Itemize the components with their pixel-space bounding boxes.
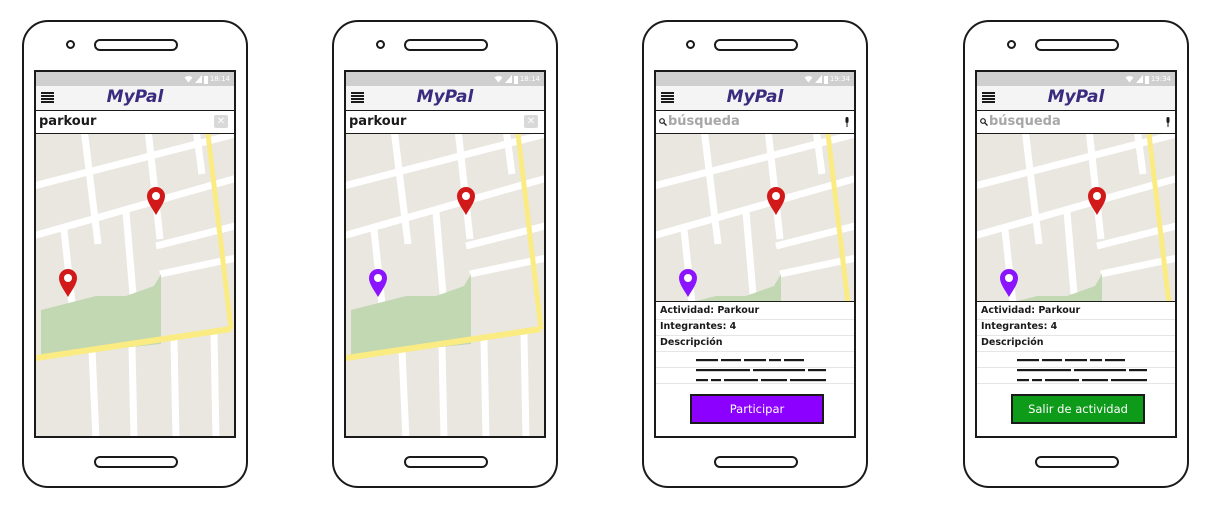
close-icon[interactable]: ✕ <box>214 115 228 128</box>
microphone-icon[interactable] <box>1165 117 1171 127</box>
front-camera <box>1007 40 1016 49</box>
search-input[interactable]: búsqueda <box>989 114 1061 129</box>
status-time: 19:34 <box>829 75 850 83</box>
map-pin-icon[interactable] <box>146 186 166 216</box>
selected-pin-icon[interactable] <box>678 268 698 298</box>
status-bar: 18:14 <box>346 72 544 86</box>
wifi-icon <box>1125 75 1134 83</box>
map-pin-icon[interactable] <box>1087 186 1107 216</box>
activity-name: Actividad: Parkour <box>981 305 1081 316</box>
status-bar: 19:34 <box>977 72 1175 86</box>
selected-pin-icon[interactable] <box>368 268 388 298</box>
description-label: Descripción <box>981 337 1044 348</box>
search-input[interactable]: parkour <box>349 114 406 129</box>
home-button[interactable] <box>714 456 798 468</box>
leave-activity-button[interactable]: Salir de actividad <box>1011 394 1145 424</box>
app-bar: MyPal <box>656 86 854 111</box>
map-view[interactable] <box>346 134 544 436</box>
status-time: 18:14 <box>519 75 540 83</box>
wifi-icon <box>494 75 503 83</box>
battery-icon <box>513 75 518 84</box>
screen: 19:34 MyPal búsqueda Actividad: Parkour … <box>975 70 1177 438</box>
signal-icon <box>814 75 822 83</box>
activity-details-panel: Actividad: Parkour Integrantes: 4 Descri… <box>977 301 1175 436</box>
earpiece-speaker <box>94 39 178 51</box>
screen: 18:14 MyPal parkour ✕ <box>344 70 546 438</box>
app-title: MyPal <box>1047 87 1105 107</box>
front-camera <box>66 40 75 49</box>
activity-details-panel: Actividad: Parkour Integrantes: 4 Descri… <box>656 301 854 436</box>
earpiece-speaker <box>404 39 488 51</box>
wifi-icon <box>184 75 193 83</box>
activity-members: Integrantes: 4 <box>660 321 737 332</box>
map-view[interactable] <box>36 134 234 436</box>
front-camera <box>376 40 385 49</box>
search-bar[interactable]: búsqueda <box>977 111 1175 134</box>
phone-search-results: 18:14 MyPal parkour ✕ <box>22 20 248 488</box>
close-icon[interactable]: ✕ <box>524 115 538 128</box>
description-placeholder-text <box>696 359 826 382</box>
home-button[interactable] <box>1035 456 1119 468</box>
signal-icon <box>194 75 202 83</box>
signal-icon <box>504 75 512 83</box>
battery-icon <box>203 75 208 84</box>
earpiece-speaker <box>714 39 798 51</box>
activity-name: Actividad: Parkour <box>660 305 760 316</box>
search-bar[interactable]: parkour ✕ <box>36 111 234 134</box>
app-title: MyPal <box>416 87 474 107</box>
phone-activity-details-leave: 19:34 MyPal búsqueda Actividad: Parkour … <box>963 20 1189 488</box>
status-time: 18:14 <box>209 75 230 83</box>
front-camera <box>686 40 695 49</box>
search-input[interactable]: parkour <box>39 114 96 129</box>
phone-activity-details-join: 19:34 MyPal búsqueda Actividad: Parkour … <box>642 20 868 488</box>
earpiece-speaker <box>1035 39 1119 51</box>
search-input[interactable]: búsqueda <box>668 114 740 129</box>
home-button[interactable] <box>404 456 488 468</box>
activity-members: Integrantes: 4 <box>981 321 1058 332</box>
status-time: 19:34 <box>1150 75 1171 83</box>
search-icon <box>659 118 667 126</box>
selected-pin-icon[interactable] <box>999 268 1019 298</box>
wifi-icon <box>804 75 813 83</box>
app-title: MyPal <box>106 87 164 107</box>
battery-icon <box>1144 75 1149 84</box>
status-bar: 19:34 <box>656 72 854 86</box>
app-title: MyPal <box>726 87 784 107</box>
map-pin-icon[interactable] <box>58 268 78 298</box>
search-bar[interactable]: parkour ✕ <box>346 111 544 134</box>
map-pin-icon[interactable] <box>766 186 786 216</box>
screen: 19:34 MyPal búsqueda Actividad: Parkour … <box>654 70 856 438</box>
phone-pin-selected: 18:14 MyPal parkour ✕ <box>332 20 558 488</box>
status-bar: 18:14 <box>36 72 234 86</box>
description-label: Descripción <box>660 337 723 348</box>
join-activity-button[interactable]: Participar <box>690 394 824 424</box>
signal-icon <box>1135 75 1143 83</box>
microphone-icon[interactable] <box>844 117 850 127</box>
app-bar: MyPal <box>36 86 234 111</box>
search-icon <box>980 118 988 126</box>
battery-icon <box>823 75 828 84</box>
app-bar: MyPal <box>346 86 544 111</box>
screen: 18:14 MyPal parkour ✕ <box>34 70 236 438</box>
app-bar: MyPal <box>977 86 1175 111</box>
home-button[interactable] <box>94 456 178 468</box>
description-placeholder-text <box>1017 359 1147 382</box>
map-pin-icon[interactable] <box>456 186 476 216</box>
search-bar[interactable]: búsqueda <box>656 111 854 134</box>
